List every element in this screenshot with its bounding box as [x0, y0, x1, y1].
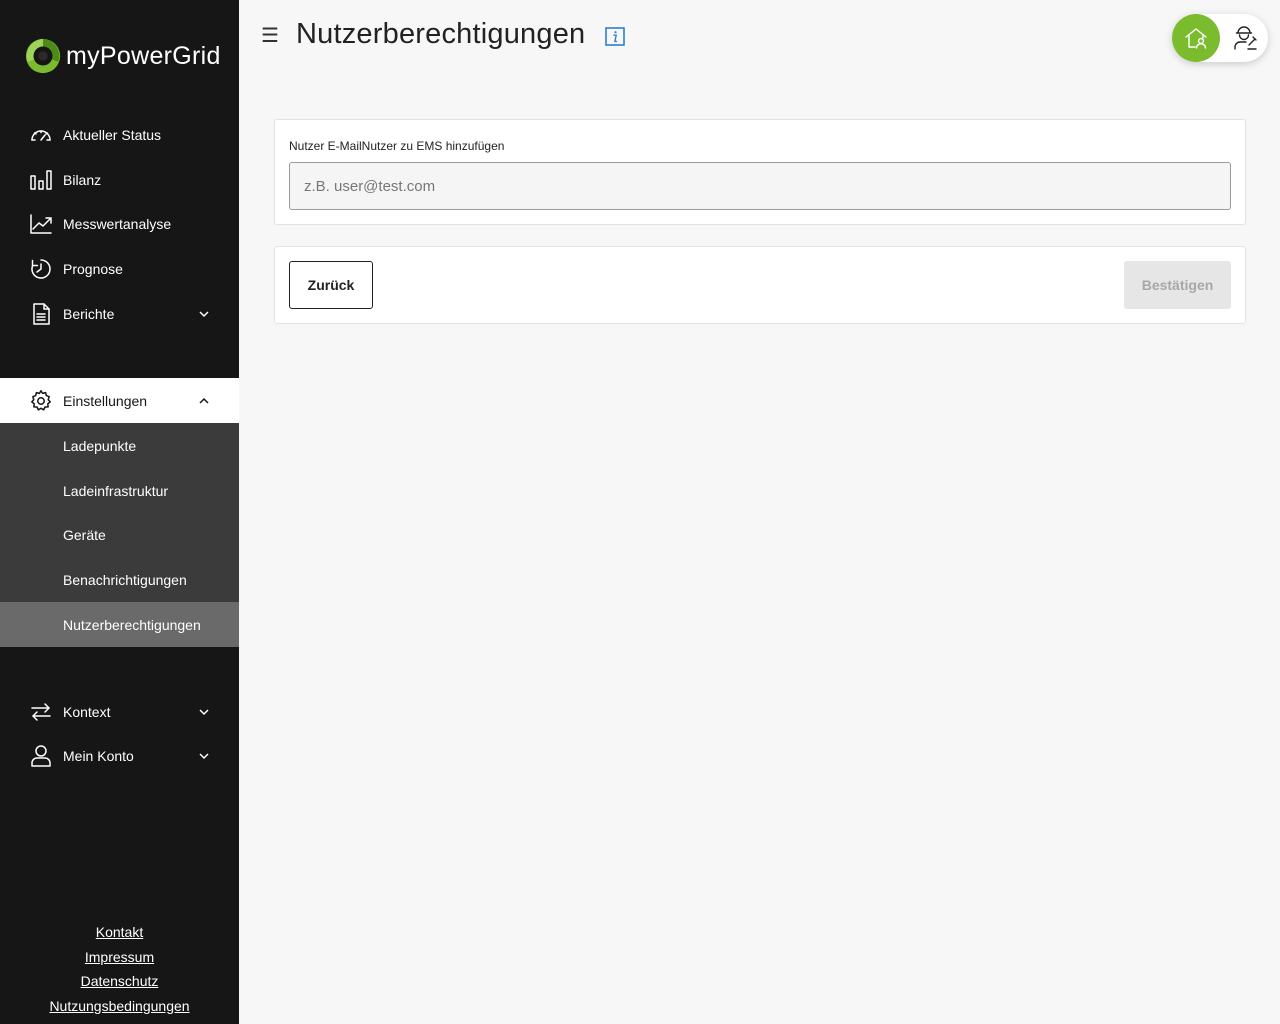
- gear-icon: [28, 388, 54, 414]
- swap-arrows-icon: [28, 699, 54, 725]
- footer-link-nutzungsbedingungen[interactable]: Nutzungsbedingungen: [0, 994, 239, 1019]
- sidebar-subitem-ladepunkte[interactable]: Ladepunkte: [0, 423, 239, 468]
- sidebar-subitem-benachrichtigungen[interactable]: Benachrichtigungen: [0, 557, 239, 602]
- sidebar-item-messwertanalyse[interactable]: Messwertanalyse: [0, 201, 239, 246]
- sidebar-subitem-geraete[interactable]: Geräte: [0, 512, 239, 557]
- footer-link-impressum[interactable]: Impressum: [0, 945, 239, 970]
- sidebar-subitem-ladeinfrastruktur[interactable]: Ladeinfrastruktur: [0, 468, 239, 513]
- sidebar-item-label: Mein Konto: [63, 747, 134, 764]
- brand-logo[interactable]: myPowerGrid: [24, 36, 221, 76]
- footer-links: Kontakt Impressum Datenschutz Nutzungsbe…: [0, 920, 239, 1018]
- user-icon: [28, 743, 54, 769]
- sidebar-item-kontext[interactable]: Kontext: [0, 689, 239, 734]
- hamburger-menu-icon[interactable]: ☰: [261, 24, 281, 48]
- home-owner-role-button[interactable]: [1172, 14, 1220, 62]
- confirm-button[interactable]: Bestätigen: [1124, 261, 1231, 309]
- sidebar-item-label: Aktueller Status: [63, 126, 162, 143]
- sidebar-subitem-label: Ladeinfrastruktur: [63, 482, 169, 499]
- installer-role-button[interactable]: [1222, 14, 1268, 62]
- sidebar-subitem-label: Ladepunkte: [63, 437, 137, 454]
- sidebar-subitem-label: Nutzerberechtigungen: [63, 616, 201, 633]
- sidebar-item-aktueller-status[interactable]: Aktueller Status: [0, 112, 239, 157]
- back-button[interactable]: Zurück: [289, 261, 373, 309]
- house-user-icon: [1185, 28, 1207, 49]
- brand-name: myPowerGrid: [66, 41, 221, 70]
- sidebar-subitem-nutzerberechtigungen[interactable]: Nutzerberechtigungen: [0, 602, 239, 647]
- chevron-up-icon: [197, 394, 211, 408]
- page-title: Nutzerberechtigungen: [296, 18, 586, 50]
- sidebar: myPowerGrid Aktueller Status Bilanz Mess…: [0, 0, 239, 1024]
- sidebar-item-label: Bilanz: [63, 171, 102, 188]
- sidebar-subitem-label: Geräte: [63, 526, 106, 543]
- role-switch: [1172, 14, 1268, 62]
- sidebar-item-einstellungen[interactable]: Einstellungen: [0, 378, 239, 423]
- line-chart-icon: [28, 211, 54, 237]
- sidebar-item-label: Prognose: [63, 260, 123, 277]
- chevron-down-icon: [197, 705, 211, 719]
- email-field[interactable]: [289, 162, 1231, 210]
- sidebar-item-mein-konto[interactable]: Mein Konto: [0, 733, 239, 778]
- sidebar-subitem-label: Benachrichtigungen: [63, 571, 187, 588]
- add-user-form-card: Nutzer E-MailNutzer zu EMS hinzufügen: [274, 119, 1246, 225]
- sidebar-item-label: Messwertanalyse: [63, 215, 172, 232]
- power-grid-logo-icon: [25, 38, 61, 74]
- installer-worker-icon: [1234, 26, 1257, 50]
- form-actions-card: Zurück Bestätigen: [274, 246, 1246, 324]
- info-icon[interactable]: [605, 27, 625, 46]
- sidebar-item-label: Einstellungen: [63, 392, 148, 409]
- sidebar-item-prognose[interactable]: Prognose: [0, 246, 239, 291]
- forecast-clock-icon: [28, 256, 54, 282]
- sidebar-item-bilanz[interactable]: Bilanz: [0, 157, 239, 202]
- footer-link-datenschutz[interactable]: Datenschutz: [0, 969, 239, 994]
- bar-chart-icon: [28, 167, 54, 193]
- chevron-down-icon: [197, 307, 211, 321]
- email-field-label: Nutzer E-MailNutzer zu EMS hinzufügen: [289, 139, 505, 153]
- document-icon: [28, 301, 54, 327]
- gauge-icon: [28, 122, 54, 148]
- sidebar-item-label: Berichte: [63, 305, 115, 322]
- sidebar-item-berichte[interactable]: Berichte: [0, 291, 239, 336]
- chevron-down-icon: [197, 749, 211, 763]
- settings-submenu: Ladepunkte Ladeinfrastruktur Geräte Bena…: [0, 423, 239, 647]
- footer-link-kontakt[interactable]: Kontakt: [0, 920, 239, 945]
- sidebar-item-label: Kontext: [63, 703, 111, 720]
